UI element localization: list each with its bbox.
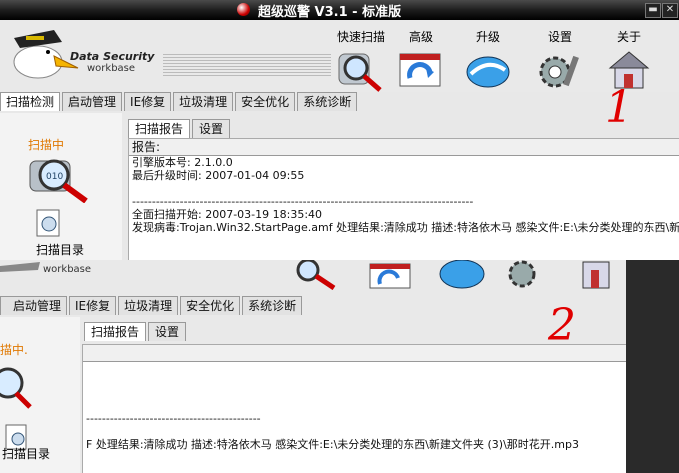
- tab-scan-report[interactable]: 扫描报告: [84, 322, 147, 341]
- scanning-label: 描中.: [0, 343, 28, 357]
- report-line: ----------------------------------------…: [132, 195, 474, 208]
- report-line: F 处理结果:清除成功 描述:特洛依木马 感染文件:E:\未分类处理的东西\新建…: [86, 438, 579, 451]
- report-subtabs-2: 扫描报告 设置: [84, 322, 188, 341]
- minimize-button[interactable]: ▬: [645, 3, 661, 18]
- scan-progress-icon: 010: [29, 159, 88, 203]
- tab-junk-clean[interactable]: 垃圾清理: [173, 92, 234, 111]
- report-line: [83, 425, 626, 438]
- report-panel: 报告: 引擎版本号: 2.1.0.0 最后升级时间: 2007-01-04 09…: [128, 138, 679, 260]
- app-header-2: workbase: [0, 260, 626, 290]
- report-panel-2: ----------------------------------------…: [82, 344, 626, 473]
- report-line: [83, 386, 626, 399]
- close-button[interactable]: ✕: [662, 3, 678, 18]
- scan-directory-label: 扫描目录: [36, 243, 85, 257]
- nav-tabs-2: 启动管理 IE修复 垃圾清理 安全优化 系统诊断: [0, 296, 304, 316]
- app-header: Data Security workbase 快速扫描 高级 升级 设置 关于: [0, 20, 679, 92]
- tab-scan-report[interactable]: 扫描报告: [128, 119, 191, 138]
- app-logo-icon: [237, 3, 250, 16]
- upgrade-button[interactable]: 升级: [458, 28, 518, 92]
- report-line: [83, 399, 626, 412]
- main-window: 超级巡警 V3.1 - 标准版 ▬ ✕ Data Security workba…: [0, 0, 679, 260]
- magnifier-disk-icon: [338, 53, 382, 92]
- annotation-number: 1: [605, 82, 633, 133]
- second-window: workbase 启动管理 IE修复 垃圾清理 安全优化 系统诊断 描中. 扫描…: [0, 260, 626, 473]
- tab-scan-detect[interactable]: 扫描检测: [0, 92, 61, 111]
- brand-sub-2: workbase: [43, 264, 92, 275]
- report-header-2: [83, 345, 626, 362]
- quick-scan-button[interactable]: 快速扫描: [331, 28, 391, 92]
- refresh-window-icon: [399, 53, 441, 87]
- left-panel: 扫描中 010 扫描目录: [0, 113, 122, 260]
- report-line: 引擎版本号: 2.1.0.0: [132, 156, 233, 169]
- upgrade-disk-icon: [439, 260, 485, 289]
- tab-startup-manage[interactable]: 启动管理: [62, 92, 123, 111]
- annotation-number: 2: [548, 300, 576, 351]
- brand-name: Data Security: [70, 50, 155, 63]
- tab-report-settings[interactable]: 设置: [192, 119, 231, 138]
- nav-tabs: 扫描检测 启动管理 IE修复 垃圾清理 安全优化 系统诊断: [0, 92, 359, 112]
- gear-icon: [508, 260, 536, 288]
- report-line: [129, 182, 679, 195]
- tab-junk-clean[interactable]: 垃圾清理: [118, 296, 179, 315]
- bird-mascot-icon: [0, 262, 40, 272]
- tab-ie-repair[interactable]: IE修复: [124, 92, 172, 111]
- tab-system-diagnose[interactable]: 系统诊断: [297, 92, 358, 111]
- tab-security-optimize[interactable]: 安全优化: [235, 92, 296, 111]
- report-line: 全面扫描开始: 2007-03-19 18:35:40: [132, 208, 323, 221]
- report-line: ----------------------------------------…: [86, 412, 261, 425]
- upgrade-disk-icon: [466, 56, 510, 88]
- title-bar[interactable]: 超级巡警 V3.1 - 标准版 ▬ ✕: [0, 0, 679, 20]
- svg-text:010: 010: [46, 172, 63, 182]
- tab-startup-manage[interactable]: 启动管理: [0, 296, 68, 315]
- header-stripes: [163, 52, 331, 78]
- report-subtabs: 扫描报告 设置: [128, 119, 232, 138]
- report-line: 发现病毒:Trojan.Win32.StartPage.amf 处理结果:清除成…: [132, 221, 679, 234]
- left-panel-2: 描中. 扫描目录: [0, 317, 80, 473]
- tab-ie-repair[interactable]: IE修复: [69, 296, 117, 315]
- tab-report-settings[interactable]: 设置: [148, 322, 187, 341]
- tab-system-diagnose[interactable]: 系统诊断: [242, 296, 303, 315]
- brand-sub: workbase: [87, 63, 136, 74]
- refresh-window-icon: [369, 263, 411, 289]
- settings-button[interactable]: 设置: [530, 28, 590, 92]
- report-header: 报告:: [129, 139, 679, 156]
- tab-security-optimize[interactable]: 安全优化: [180, 296, 241, 315]
- bird-mascot-icon: [13, 30, 79, 79]
- magnifier-disk-icon: [296, 260, 336, 290]
- window-title: 超级巡警 V3.1 - 标准版: [258, 5, 402, 20]
- report-line: 最后升级时间: 2007-01-04 09:55: [132, 169, 305, 182]
- gear-icon: [539, 55, 579, 88]
- house-icon: [582, 261, 610, 289]
- scan-directory-icon[interactable]: [33, 206, 67, 240]
- scan-progress-icon: [0, 367, 32, 409]
- advanced-button[interactable]: 高级: [391, 28, 451, 92]
- scan-directory-label: 扫描目录: [2, 447, 51, 461]
